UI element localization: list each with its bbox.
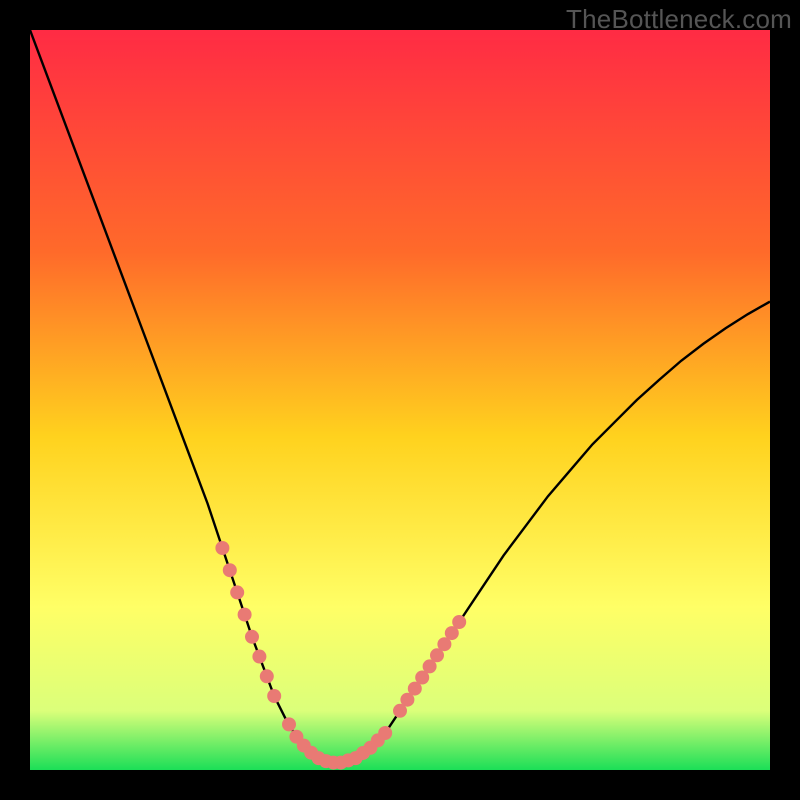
watermark-text: TheBottleneck.com [566, 4, 792, 35]
curve-dot [238, 608, 252, 622]
curve-dot [267, 689, 281, 703]
curve-dot [378, 726, 392, 740]
curve-dot [252, 650, 266, 664]
curve-dot [230, 585, 244, 599]
curve-dot [260, 669, 274, 683]
curve-dot [223, 563, 237, 577]
curve-dot [282, 717, 296, 731]
gradient-background [30, 30, 770, 770]
bottleneck-chart [30, 30, 770, 770]
curve-dot [215, 541, 229, 555]
curve-dot [245, 630, 259, 644]
curve-dot [452, 615, 466, 629]
